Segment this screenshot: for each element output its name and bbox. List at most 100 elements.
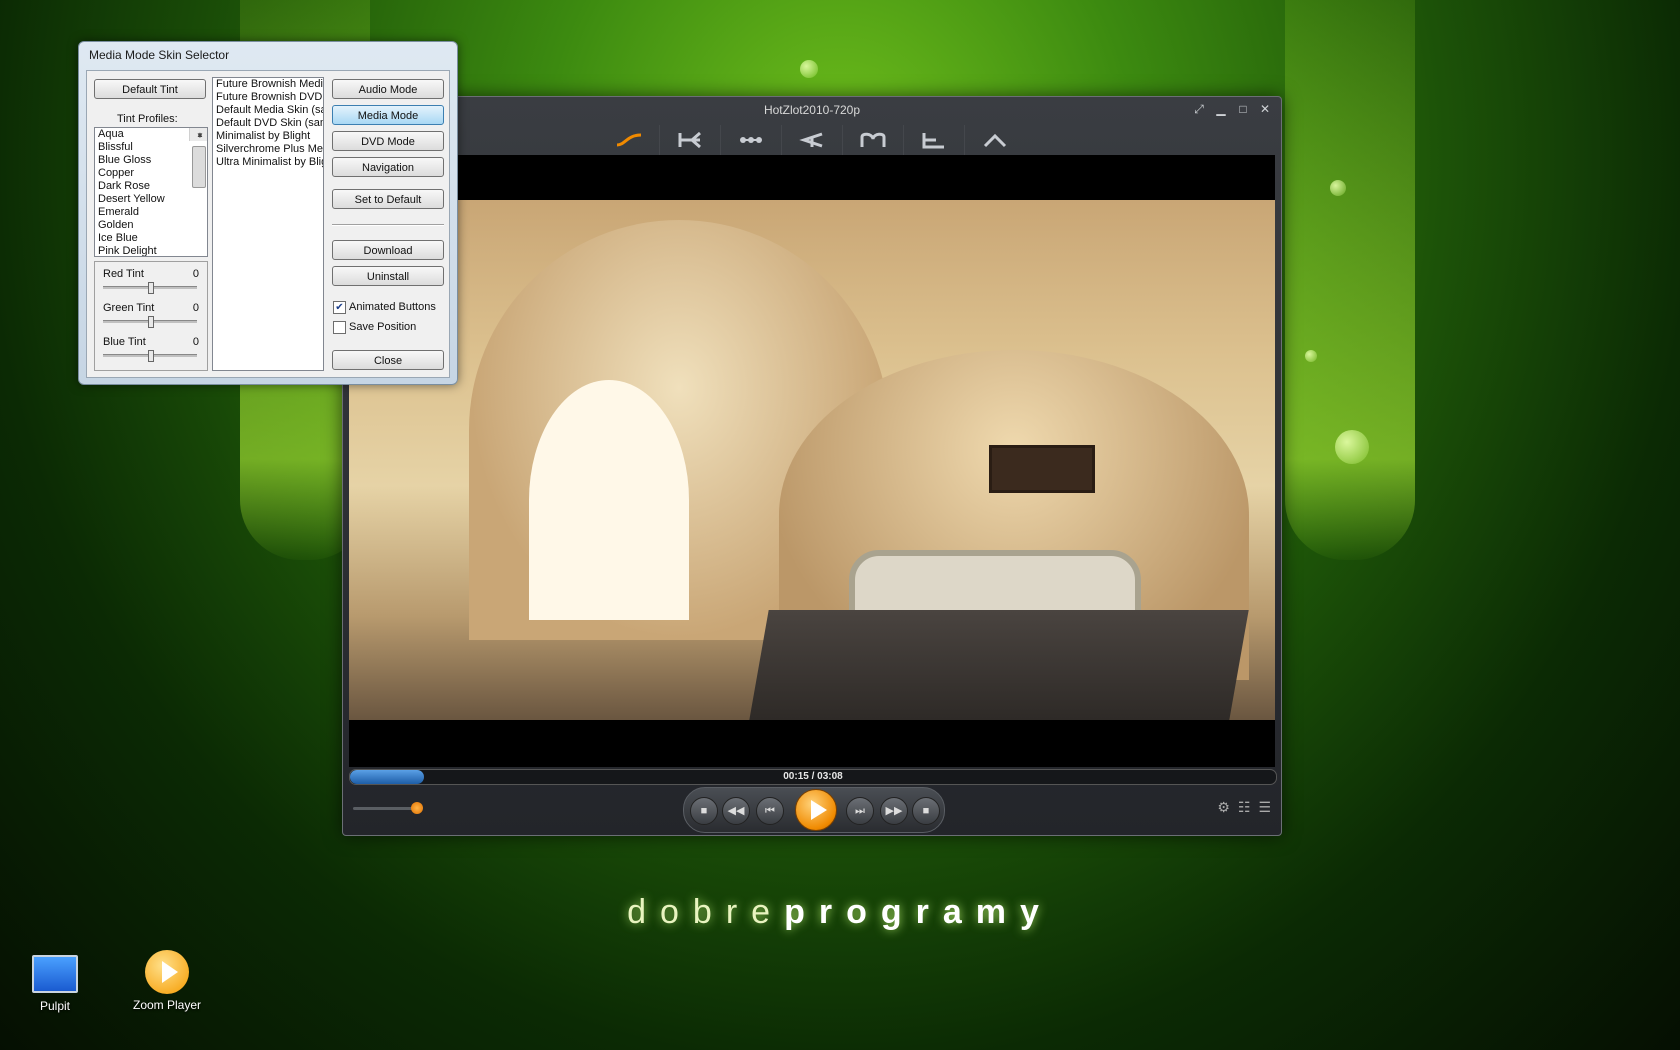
zoom-player-icon [145,950,189,994]
tint-profile-item[interactable]: Emerald [95,206,207,219]
animated-buttons-checkbox[interactable]: ✔ [333,301,346,314]
video-arch [529,380,689,620]
tint-profile-item[interactable]: Pink Delight [95,245,207,256]
transport-controls: ■ ◀◀ ⏮ ⏭ ▶▶ ■ [683,787,945,833]
caret-up-icon [983,133,1007,148]
divider [332,224,444,226]
tint-slider-value: 0 [192,302,199,314]
audio-mode-button[interactable]: Audio Mode [332,79,444,99]
desktop-icon-label: Pulpit [39,999,71,1013]
rewind-button[interactable]: ◀◀ [722,797,750,825]
equalizer-icon[interactable]: ☷ [1238,799,1251,816]
fullscreen-icon[interactable]: ⤢ [1191,101,1207,117]
tint-profile-item[interactable]: Ice Blue [95,232,207,245]
close-button[interactable]: Close [332,350,444,370]
maximize-icon[interactable]: □ [1235,101,1251,117]
skin-selector-dialog: Media Mode Skin Selector Default Tint Ti… [78,41,458,385]
dots-icon [740,137,762,143]
uninstall-button[interactable]: Uninstall [332,266,444,286]
toolbar-item-6[interactable] [904,125,965,155]
settings-icon[interactable]: ⚙ [1217,799,1230,816]
stop-button[interactable]: ■ [690,797,718,825]
save-position-checkbox[interactable] [333,321,346,334]
skin-item[interactable]: Silverchrome Plus Mec [213,143,323,156]
skin-item[interactable]: Default DVD Skin (sam [213,117,323,130]
scroll-down-icon[interactable]: ▼ [190,129,207,141]
tint-slider-value: 0 [192,268,199,280]
dvd-mode-button[interactable]: DVD Mode [332,131,444,151]
background-glow-right [1285,0,1415,560]
control-bar: ■ ◀◀ ⏮ ⏭ ▶▶ ■ ⚙ ☷ ☰ [343,787,1281,833]
previous-button[interactable]: ⏮ [756,797,784,825]
media-mode-button[interactable]: Media Mode [332,105,444,125]
video-area[interactable] [349,155,1275,767]
dialog-body: Default Tint Tint Profiles: Aqua Blissful… [86,70,450,378]
background-bubble [800,60,818,78]
desktop-icon-zoom-player[interactable]: Zoom Player [122,950,212,1012]
toolbar-item-3[interactable] [721,125,782,155]
brand-bold: programy [784,893,1053,931]
skin-item[interactable]: Minimalist by Blight [213,130,323,143]
save-position-label: Save Position [349,321,417,333]
curve-icon [616,133,642,147]
player-toolbar [343,125,1281,155]
toolbar-item-1[interactable] [599,125,660,155]
video-painting [989,445,1095,493]
tint-profile-item[interactable]: Blue Gloss [95,154,207,167]
toolbar-item-2[interactable] [660,125,721,155]
time-display: 00:15 / 03:08 [783,771,843,782]
brand-logo: dobreprogramy [0,893,1680,932]
background-bubble [1335,430,1369,464]
toolbar-item-4[interactable] [782,125,843,155]
tint-slider-knob[interactable] [148,316,154,328]
tint-slider-knob[interactable] [148,282,154,294]
toolbar-item-5[interactable] [843,125,904,155]
skin-item[interactable]: Future Brownish DVD S [213,91,323,104]
wave-icon [860,132,886,147]
set-default-button[interactable]: Set to Default [332,189,444,209]
background-bubble [1305,350,1317,362]
dialog-title: Media Mode Skin Selector [89,48,230,62]
navigation-button[interactable]: Navigation [332,157,444,177]
tint-sliders-group: Red Tint 0 Green Tint 0 Blue Tint 0 [94,261,208,371]
tint-profile-item[interactable]: Golden [95,219,207,232]
tint-profile-item[interactable]: Blissful [95,141,207,154]
eject-button[interactable]: ■ [912,797,940,825]
scroll-thumb[interactable] [192,146,206,188]
tint-slider-knob[interactable] [148,350,154,362]
animated-buttons-label: Animated Buttons [349,301,436,313]
play-button[interactable] [795,789,837,831]
video-frame [349,200,1275,720]
close-icon[interactable]: ✕ [1257,101,1273,117]
skin-item[interactable]: Default Media Skin (sa [213,104,323,117]
brand-light: dobre [627,893,785,931]
background-bubble [1330,180,1346,196]
fast-forward-button[interactable]: ▶▶ [880,797,908,825]
skin-item[interactable]: Future Brownish Media [213,78,323,91]
tint-profiles-label: Tint Profiles: [117,113,178,125]
flag-icon [799,132,823,148]
bracket-icon [678,131,701,149]
tint-profiles-list[interactable]: Aqua Blissful Blue Gloss Copper Dark Rose Des… [94,127,208,257]
skin-item[interactable]: Ultra Minimalist by Bligh [213,156,323,169]
toolbar-item-7[interactable] [965,125,1025,155]
minimize-icon[interactable]: ▁ [1213,101,1229,117]
next-button[interactable]: ⏭ [846,797,874,825]
tint-profile-item[interactable]: Desert Yellow [95,193,207,206]
seek-bar[interactable]: 00:15 / 03:08 [349,769,1277,785]
tint-profile-item[interactable]: Dark Rose [95,180,207,193]
download-button[interactable]: Download [332,240,444,260]
monitor-icon [32,955,78,993]
steps-icon [922,133,944,149]
desktop-icon-pulpit[interactable]: Pulpit [10,955,100,1013]
player-title: HotZlot2010-720p [763,103,861,117]
volume-knob[interactable] [410,802,423,814]
skin-list[interactable]: Future Brownish Media Future Brownish DVD… [212,77,324,371]
tint-slider-label: Red Tint [103,268,144,280]
tint-list-scrollbar[interactable]: ▲ ▼ [189,128,207,188]
default-tint-button[interactable]: Default Tint [94,79,206,99]
window-controls: ⤢ ▁ □ ✕ [1191,101,1273,117]
tint-profile-item[interactable]: Copper [95,167,207,180]
video-counter [749,610,1249,720]
playlist-icon[interactable]: ☰ [1258,799,1271,816]
